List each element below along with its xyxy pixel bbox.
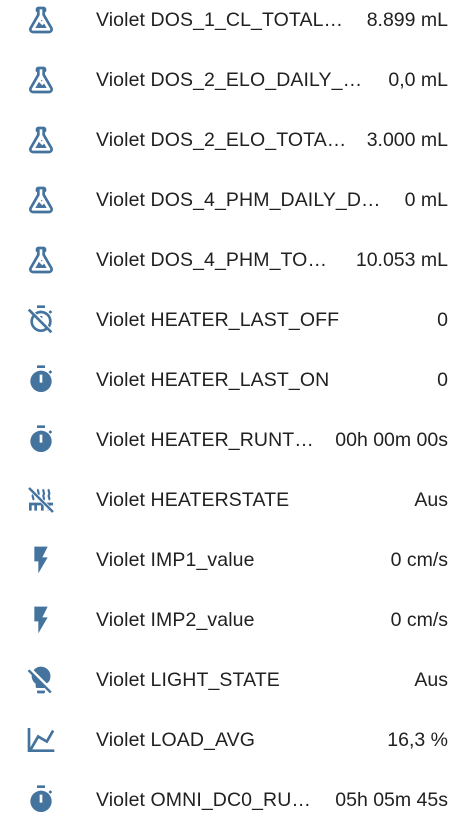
entity-name: Violet HEATER_LAST_ON [96, 368, 330, 391]
entity-state: 10.053 mL [355, 248, 448, 271]
entity-row[interactable]: Violet DOS_4_PHM_DAILY_D… 0 mL [0, 170, 474, 230]
flask-icon [24, 3, 58, 37]
chart-line-icon [24, 723, 58, 757]
flash-icon [24, 543, 58, 577]
entity-name: Violet DOS_1_CL_TOTAL… [96, 8, 344, 31]
entity-row[interactable]: Violet IMP1_value 0 cm/s [0, 530, 474, 590]
flask-icon [24, 183, 58, 217]
heating-off-icon [24, 483, 58, 517]
entity-row[interactable]: Violet HEATERSTATE Aus [0, 470, 474, 530]
entity-state: 0,0 mL [388, 68, 448, 91]
flask-icon [24, 123, 58, 157]
entity-state: 8.899 mL [366, 8, 448, 31]
entity-row[interactable]: Violet HEATER_RUNT… 00h 00m 00s [0, 410, 474, 470]
entity-name: Violet IMP2_value [96, 608, 255, 631]
entity-state: 3.000 mL [366, 128, 448, 151]
entity-list: Violet DOS_1_CL_TOTAL… 8.899 mL Violet D… [0, 0, 474, 817]
entity-state: 0 cm/s [390, 548, 448, 571]
entity-state: 00h 00m 00s [335, 428, 448, 451]
entity-state: 0 [437, 368, 448, 391]
entity-row[interactable]: Violet IMP2_value 0 cm/s [0, 590, 474, 650]
flask-icon [24, 243, 58, 277]
entity-row[interactable]: Violet DOS_2_ELO_DAILY_D… 0,0 mL [0, 50, 474, 110]
lightbulb-off-icon [24, 663, 58, 697]
entity-name: Violet OMNI_DC0_RU… [96, 788, 312, 811]
flash-icon [24, 603, 58, 637]
timer-icon [24, 363, 58, 397]
entity-row[interactable]: Violet DOS_2_ELO_TOTA… 3.000 mL [0, 110, 474, 170]
entity-row[interactable]: Violet DOS_4_PHM_TO… 10.053 mL [0, 230, 474, 290]
entity-row[interactable]: Violet HEATER_LAST_ON 0 [0, 350, 474, 410]
entity-state: 0 cm/s [390, 608, 448, 631]
entity-row[interactable]: Violet OMNI_DC0_RU… 05h 05m 45s [0, 770, 474, 830]
entity-row[interactable]: Violet LIGHT_STATE Aus [0, 650, 474, 710]
entity-state: 16,3 % [387, 728, 448, 751]
entity-name: Violet LIGHT_STATE [96, 668, 280, 691]
entity-name: Violet DOS_4_PHM_TO… [96, 248, 328, 271]
entity-name: Violet IMP1_value [96, 548, 255, 571]
entity-name: Violet HEATER_RUNT… [96, 428, 314, 451]
entity-state: 0 mL [404, 188, 448, 211]
timer-icon [24, 423, 58, 457]
entity-state: Aus [414, 488, 448, 511]
entity-state: Aus [414, 668, 448, 691]
entity-row[interactable]: Violet HEATER_LAST_OFF 0 [0, 290, 474, 350]
entity-name: Violet LOAD_AVG [96, 728, 256, 751]
entity-state: 05h 05m 45s [335, 788, 448, 811]
entity-name: Violet HEATER_LAST_OFF [96, 308, 340, 331]
entity-name: Violet HEATERSTATE [96, 488, 290, 511]
entity-name: Violet DOS_4_PHM_DAILY_D… [96, 188, 381, 211]
entity-row[interactable]: Violet LOAD_AVG 16,3 % [0, 710, 474, 770]
entity-name: Violet DOS_2_ELO_TOTA… [96, 128, 347, 151]
timer-off-icon [24, 303, 58, 337]
entity-state: 0 [437, 308, 448, 331]
entity-name: Violet DOS_2_ELO_DAILY_D… [96, 68, 371, 91]
timer-icon [24, 783, 58, 817]
entity-row[interactable]: Violet DOS_1_CL_TOTAL… 8.899 mL [0, 0, 474, 50]
flask-icon [24, 63, 58, 97]
